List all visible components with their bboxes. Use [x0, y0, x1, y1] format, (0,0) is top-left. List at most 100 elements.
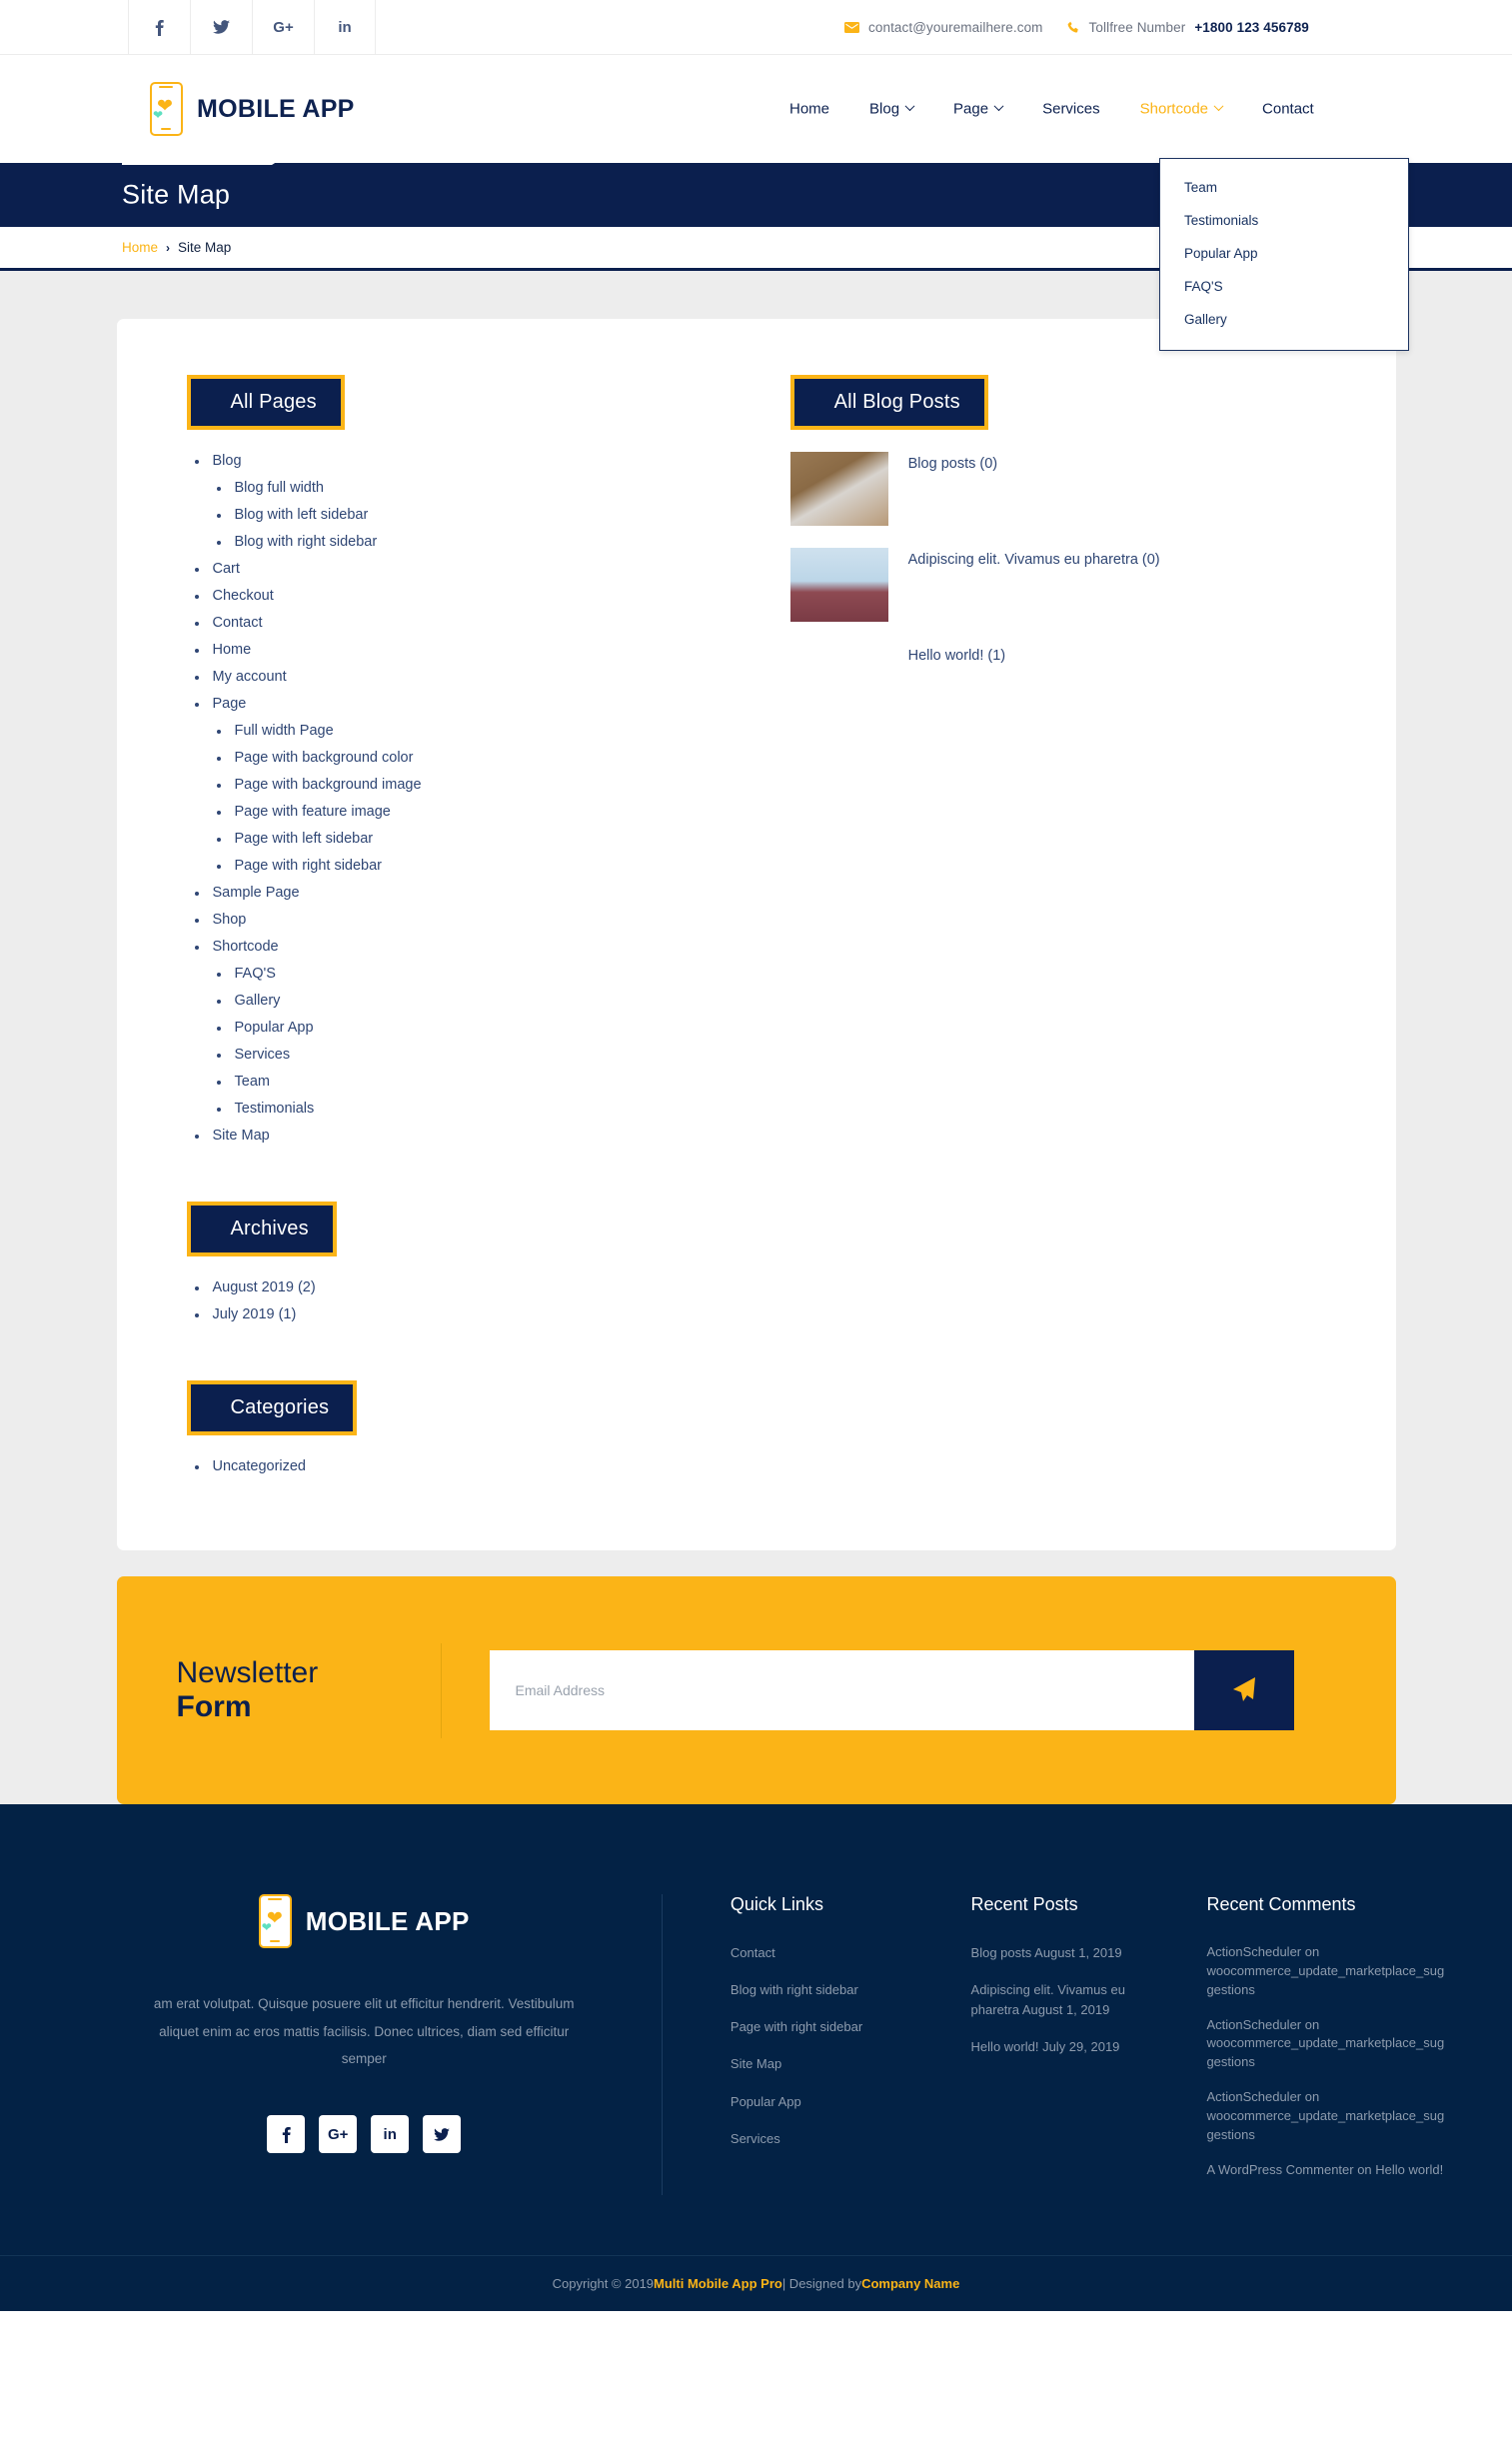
- sitemap-subpage-item[interactable]: Testimonials: [213, 1096, 760, 1123]
- footer-recent-comment-item[interactable]: A WordPress Commenter on Hello world!: [1206, 2161, 1445, 2180]
- newsletter-heading-line2: Form: [176, 1690, 252, 1723]
- footer-quick-link-item[interactable]: Services: [731, 2129, 903, 2149]
- footer-recent-posts-list: Blog posts August 1, 2019 Adipiscing elit…: [971, 1943, 1139, 2058]
- nav-item-shortcode[interactable]: Shortcode: [1140, 101, 1224, 118]
- footer-quick-links-list: Contact Blog with right sidebar Page with …: [731, 1943, 903, 2149]
- sitemap-subpage-item[interactable]: FAQ'S: [213, 961, 760, 988]
- footer-recent-post-item[interactable]: Blog posts August 1, 2019: [971, 1943, 1139, 1963]
- blog-post-title: Blog posts (0): [907, 456, 998, 472]
- topbar-email[interactable]: contact@youremailhere.com: [844, 20, 1043, 35]
- breadcrumb-home-link[interactable]: Home: [122, 240, 158, 255]
- footer-quick-links-column: Quick Links Contact Blog with right sideb…: [663, 1894, 903, 2195]
- footer-recent-posts-title: Recent Posts: [970, 1894, 1078, 1914]
- twitter-icon[interactable]: [190, 0, 252, 55]
- blog-post-row[interactable]: Adipiscing elit. Vivamus eu pharetra (0): [789, 548, 1326, 622]
- linkedin-icon[interactable]: in: [314, 0, 376, 55]
- nav-item-services[interactable]: Services: [1042, 101, 1100, 118]
- archive-item[interactable]: August 2019 (2): [187, 1274, 760, 1301]
- dropdown-item-popular-app[interactable]: Popular App: [1160, 237, 1408, 270]
- footer-recent-post-item[interactable]: Adipiscing elit. Vivamus eu pharetra Aug…: [971, 1980, 1139, 2020]
- sitemap-page-item[interactable]: Home: [187, 637, 760, 664]
- newsletter-submit-button[interactable]: [1193, 1650, 1294, 1730]
- page-title: Site Map: [122, 179, 231, 210]
- sitemap-subpage-item[interactable]: Services: [213, 1042, 760, 1069]
- footer-recent-comment-item[interactable]: ActionScheduler on woocommerce_update_ma…: [1206, 2088, 1445, 2145]
- sitemap-page-item[interactable]: Contact: [187, 610, 760, 637]
- chevron-down-icon: [993, 101, 1004, 112]
- footer-recent-post-item[interactable]: Hello world! July 29, 2019: [971, 2037, 1139, 2057]
- archive-item[interactable]: July 2019 (1): [187, 1301, 760, 1328]
- footer-logo[interactable]: ❤ ❤ MOBILE APP: [147, 1894, 582, 1948]
- sitemap-subpage-item[interactable]: Page with background image: [213, 772, 760, 799]
- footer-recent-comments-title: Recent Comments: [1206, 1894, 1356, 1914]
- dropdown-item-gallery[interactable]: Gallery: [1160, 303, 1408, 336]
- sitemap-subpage-item[interactable]: Page with feature image: [213, 799, 760, 826]
- sitemap-subpage-item[interactable]: Page with right sidebar: [213, 853, 760, 880]
- blog-post-row[interactable]: Blog posts (0): [789, 452, 1326, 526]
- footer-quick-link-item[interactable]: Contact: [731, 1943, 903, 1963]
- twitter-icon[interactable]: [423, 2115, 462, 2154]
- breadcrumb-separator-icon: ›: [166, 240, 171, 255]
- nav-item-page[interactable]: Page: [953, 101, 1004, 118]
- nav-item-blog[interactable]: Blog: [869, 101, 915, 118]
- google-plus-icon[interactable]: G+: [252, 0, 314, 55]
- sitemap-page-item[interactable]: Shortcode FAQ'S Gallery Popular App Services…: [187, 934, 760, 1123]
- site-logo[interactable]: ❤ ❤ MOBILE APP: [150, 82, 355, 136]
- sitemap-subpage-item[interactable]: Page with background color: [213, 745, 760, 772]
- sitemap-page-item[interactable]: Page Full width Page Page with background …: [187, 691, 760, 880]
- dropdown-item-testimonials[interactable]: Testimonials: [1160, 204, 1408, 237]
- phone-icon: [1067, 21, 1080, 34]
- copyright-company-link[interactable]: Company Name: [861, 2276, 959, 2291]
- sitemap-subpage-item[interactable]: Team: [213, 1069, 760, 1096]
- sitemap-page-label: Sample Page: [212, 885, 300, 901]
- sitemap-page-item[interactable]: Blog Blog full width Blog with left sideba…: [187, 448, 760, 556]
- footer-quick-link-item[interactable]: Page with right sidebar: [731, 2017, 903, 2037]
- archives-heading: Archives: [186, 1202, 337, 1256]
- facebook-icon[interactable]: [267, 2115, 306, 2154]
- newsletter-heading: Newsletter Form: [176, 1642, 442, 1738]
- sitemap-sub-list: Blog full width Blog with left sidebar Blo…: [213, 475, 760, 556]
- footer-description: am erat volutpat. Quisque posuere elit u…: [153, 1996, 575, 2067]
- footer-recent-comment-item[interactable]: ActionScheduler on woocommerce_update_ma…: [1206, 2016, 1445, 2073]
- sitemap-sub-list: FAQ'S Gallery Popular App Services Team Testi…: [213, 961, 760, 1123]
- copyright-brand-link[interactable]: Multi Mobile App Pro: [654, 2276, 782, 2291]
- sitemap-subpage-item[interactable]: Blog with right sidebar: [213, 529, 760, 556]
- footer-quick-link-item[interactable]: Popular App: [731, 2092, 903, 2112]
- sitemap-subpage-item[interactable]: Popular App: [213, 1015, 760, 1042]
- topbar-phone[interactable]: Tollfree Number +1800 123 456789: [1067, 20, 1309, 35]
- facebook-icon[interactable]: [128, 0, 190, 55]
- sitemap-page-item[interactable]: My account: [187, 664, 760, 691]
- page-content-background: All Pages Blog Blog full width Blog with l…: [0, 271, 1512, 1804]
- newsletter-email-input[interactable]: [489, 1650, 1194, 1730]
- sitemap-page-item[interactable]: Site Map: [187, 1123, 760, 1150]
- sitemap-page-label: Cart: [212, 561, 240, 577]
- sitemap-subpage-item[interactable]: Gallery: [213, 988, 760, 1015]
- nav-item-contact[interactable]: Contact: [1262, 101, 1314, 118]
- sitemap-subpage-item[interactable]: Blog with left sidebar: [213, 502, 760, 529]
- nav-item-home[interactable]: Home: [789, 101, 829, 118]
- categories-heading: Categories: [186, 1380, 358, 1435]
- blog-post-row[interactable]: Hello world! (1): [790, 644, 1326, 718]
- footer-recent-posts-column: Recent Posts Blog posts August 1, 2019 Ad…: [903, 1894, 1139, 2195]
- sitemap-subpage-item[interactable]: Page with left sidebar: [213, 826, 760, 853]
- sitemap-page-item[interactable]: Sample Page: [187, 880, 760, 907]
- footer-quick-link-item[interactable]: Site Map: [731, 2054, 903, 2074]
- dropdown-item-faqs[interactable]: FAQ'S: [1160, 270, 1408, 303]
- main-header: ❤ ❤ MOBILE APP Home Blog Page Services Sh…: [0, 55, 1512, 163]
- sitemap-page-label: Blog: [212, 453, 242, 469]
- sitemap-page-item[interactable]: Checkout: [187, 583, 760, 610]
- linkedin-icon[interactable]: in: [371, 2115, 410, 2154]
- category-item[interactable]: Uncategorized: [187, 1453, 760, 1480]
- footer-recent-comment-item[interactable]: ActionScheduler on woocommerce_update_ma…: [1206, 1943, 1445, 2000]
- sitemap-page-label: Shop: [212, 912, 247, 928]
- footer-quick-links-title: Quick Links: [730, 1894, 823, 1914]
- sitemap-subpage-item[interactable]: Full width Page: [213, 718, 760, 745]
- dropdown-item-team[interactable]: Team: [1160, 171, 1408, 204]
- google-plus-icon[interactable]: G+: [319, 2115, 358, 2154]
- footer-quick-link-item[interactable]: Blog with right sidebar: [731, 1980, 903, 2000]
- sitemap-page-item[interactable]: Cart: [187, 556, 760, 583]
- sitemap-subpage-item[interactable]: Blog full width: [213, 475, 760, 502]
- footer-columns: ❤ ❤ MOBILE APP am erat volutpat. Quisque …: [67, 1804, 1446, 2255]
- sitemap-page-item[interactable]: Shop: [187, 907, 760, 934]
